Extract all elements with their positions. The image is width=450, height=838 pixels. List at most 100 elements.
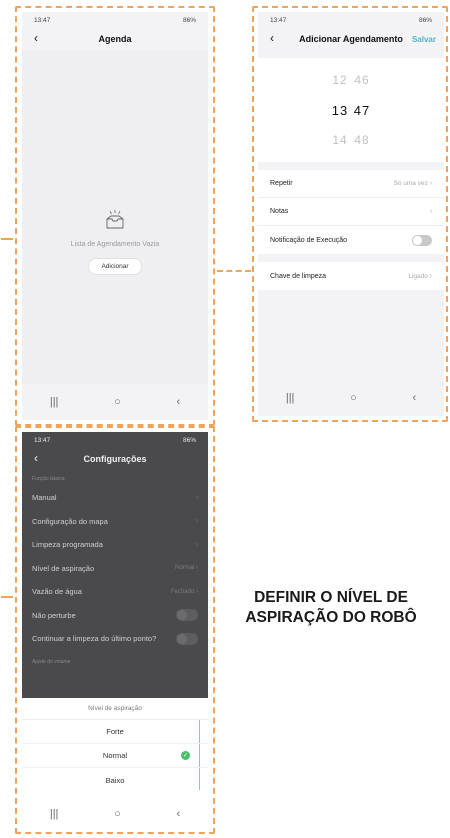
status-battery: 86% — [182, 436, 196, 444]
repeat-value: Só uma vez — [393, 180, 428, 187]
resume-row: Continuar a limpeza do último ponto? — [22, 627, 208, 651]
suction-level-row[interactable]: Nível de aspiração Normal › — [22, 557, 208, 581]
screen-add-schedule: 13:47 86% ‹ Adicionar Agendamento Salvar… — [258, 12, 444, 416]
water-flow-label: Vazão de água — [32, 587, 82, 597]
picker-row[interactable]: 12 46 — [258, 65, 444, 95]
page-title: Agenda — [98, 34, 132, 44]
schedule-options: Repetir Só uma vez › Notas › Notificação… — [258, 170, 444, 254]
connector-line — [217, 270, 251, 272]
status-time: 13:47 — [34, 436, 51, 444]
screen-settings: 13:47 86% ‹ Configurações Função básica … — [22, 432, 208, 830]
option-label: Normal — [102, 751, 128, 760]
suction-level-value: Normal — [174, 565, 195, 572]
picker-row-selected[interactable]: 13 47 — [258, 95, 444, 125]
map-config-label: Configuração do mapa — [32, 516, 108, 526]
water-flow-value: Fechado — [170, 588, 195, 595]
notification-toggle[interactable] — [412, 234, 432, 246]
status-battery: 86% — [418, 16, 432, 24]
chevron-right-icon: › — [196, 518, 198, 525]
notes-label: Notas — [270, 208, 289, 215]
content-area: Lista de Agendamento Vazia Adicionar — [22, 50, 208, 384]
nav-bar: ||| ○ ‹ — [22, 384, 208, 420]
picker-minute: 46 — [354, 73, 370, 87]
dnd-label: Não perturbe — [32, 610, 76, 620]
chevron-right-icon: › — [196, 588, 198, 595]
recent-apps-icon[interactable]: ||| — [286, 392, 295, 404]
status-battery: 86% — [182, 16, 196, 24]
option-label: Baixo — [105, 775, 125, 785]
home-icon[interactable]: ○ — [350, 392, 357, 404]
chevron-right-icon: › — [196, 541, 198, 548]
recent-apps-icon[interactable]: ||| — [50, 396, 59, 408]
cleaning-key-row[interactable]: Chave de limpeza Ligado › — [258, 262, 444, 290]
picker-hour: 14 — [332, 133, 348, 147]
status-bar: 13:47 86% — [258, 12, 444, 28]
option-normal[interactable]: Normal ✓ — [22, 744, 208, 768]
back-icon[interactable]: ‹ — [34, 31, 38, 45]
nav-bar: ||| ○ ‹ — [22, 798, 208, 830]
sheet-title: Nível de aspiração — [22, 698, 208, 720]
back-nav-icon[interactable]: ‹ — [176, 808, 180, 820]
picker-hour: 13 — [331, 102, 349, 118]
connector-line-left-bottom — [1, 596, 13, 598]
title-bar: ‹ Configurações — [22, 448, 208, 470]
recent-apps-icon[interactable]: ||| — [50, 808, 59, 820]
status-bar: 13:47 86% — [22, 432, 208, 448]
option-baixo[interactable]: Baixo — [22, 768, 208, 792]
section-header: Ajuste do volume — [32, 658, 71, 665]
time-picker[interactable]: 12 46 13 47 14 48 — [258, 58, 444, 162]
empty-message: Lista de Agendamento Vazia — [70, 241, 160, 248]
picker-row[interactable]: 14 48 — [258, 125, 444, 155]
instruction-caption: DEFINIR O NÍVEL DE ASPIRAÇÃO DO ROBÔ — [245, 589, 417, 626]
back-icon[interactable]: ‹ — [270, 31, 274, 45]
scheduled-clean-row[interactable]: Limpeza programada › — [22, 533, 208, 557]
dnd-toggle[interactable] — [176, 609, 198, 622]
cleaning-key-label: Chave de limpeza — [270, 272, 327, 280]
manual-row[interactable]: Manual › — [22, 486, 208, 510]
option-label: Forte — [106, 727, 124, 736]
notes-row[interactable]: Notas › — [258, 198, 444, 226]
title-bar: ‹ Adicionar Agendamento Salvar — [258, 28, 444, 50]
cleaning-key-value: Ligado — [408, 272, 428, 280]
water-flow-row[interactable]: Vazão de água Fechado › — [22, 580, 208, 604]
repeat-label: Repetir — [270, 180, 293, 187]
resume-toggle[interactable] — [176, 632, 198, 645]
check-icon: ✓ — [181, 751, 190, 760]
manual-label: Manual — [32, 493, 57, 503]
picker-hour: 12 — [332, 73, 348, 87]
status-time: 13:47 — [270, 16, 287, 24]
status-time: 13:47 — [34, 16, 51, 24]
suction-level-label: Nível de aspiração — [32, 563, 95, 573]
home-icon[interactable]: ○ — [114, 808, 121, 820]
chevron-right-icon: › — [429, 272, 432, 280]
notification-row: Notificação de Execução — [258, 226, 444, 254]
nav-bar: ||| ○ ‹ — [258, 380, 444, 416]
picker-minute: 47 — [353, 102, 371, 118]
screen-agenda: 13:47 86% ‹ Agenda Lista de Agendamento … — [22, 12, 208, 420]
back-nav-icon[interactable]: ‹ — [412, 392, 416, 404]
notification-label: Notificação de Execução — [270, 236, 348, 244]
cleaning-options: Chave de limpeza Ligado › — [258, 262, 444, 290]
page-title: Configurações — [83, 454, 147, 464]
repeat-row[interactable]: Repetir Só uma vez › — [258, 170, 444, 198]
resume-label: Continuar a limpeza do último ponto? — [32, 634, 157, 644]
section-header: Função básica — [32, 476, 65, 482]
connector-line-left-top — [1, 238, 13, 240]
chevron-right-icon: › — [196, 565, 198, 572]
home-icon[interactable]: ○ — [114, 396, 121, 408]
status-bar: 13:47 86% — [22, 12, 208, 28]
add-button[interactable]: Adicionar — [88, 258, 142, 275]
back-nav-icon[interactable]: ‹ — [176, 396, 180, 408]
chevron-right-icon: › — [196, 494, 198, 501]
title-bar: ‹ Agenda — [22, 28, 208, 50]
map-config-row[interactable]: Configuração do mapa › — [22, 510, 208, 534]
settings-overlay: 13:47 86% ‹ Configurações Função básica … — [22, 432, 208, 698]
back-icon[interactable]: ‹ — [34, 451, 38, 465]
page-title: Adicionar Agendamento — [299, 34, 403, 44]
chevron-right-icon: › — [429, 208, 432, 215]
scheduled-clean-label: Limpeza programada — [32, 540, 103, 550]
picker-minute: 48 — [354, 133, 370, 147]
save-button[interactable]: Salvar — [412, 35, 436, 44]
option-forte[interactable]: Forte — [22, 720, 208, 744]
dnd-row: Não perturbe — [22, 604, 208, 628]
